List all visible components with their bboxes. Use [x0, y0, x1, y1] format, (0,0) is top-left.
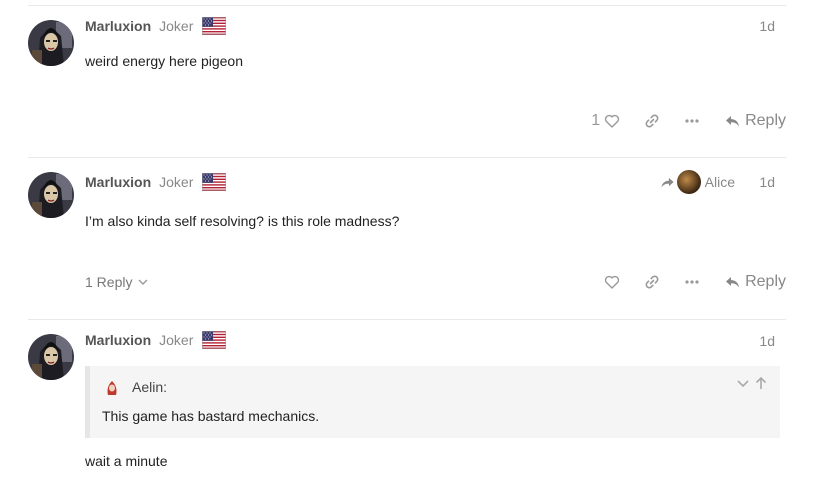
- heart-icon: [604, 113, 620, 129]
- quote-controls: [736, 376, 768, 390]
- chevron-down-icon: [138, 279, 148, 285]
- avatar[interactable]: [28, 172, 74, 218]
- like-count: 1: [591, 112, 601, 129]
- post-date[interactable]: 1d: [759, 174, 775, 190]
- post-meta: Marluxion Joker: [85, 330, 226, 350]
- post-meta: Marluxion Joker: [85, 172, 226, 192]
- chevron-down-icon[interactable]: [736, 376, 750, 390]
- reply-to-username: Alice: [704, 174, 735, 190]
- more-actions-button[interactable]: [684, 113, 700, 129]
- heart-icon: [604, 274, 620, 290]
- like-button[interactable]: 1: [591, 112, 620, 130]
- avatar[interactable]: [28, 334, 74, 380]
- ellipsis-icon: [684, 113, 700, 129]
- us-flag-icon: [202, 173, 226, 191]
- reply-arrow-icon: [724, 274, 741, 290]
- reply-to-avatar: [676, 170, 701, 194]
- reply-button[interactable]: Reply: [724, 112, 786, 130]
- show-replies-button[interactable]: 1 Reply: [85, 274, 149, 290]
- post-meta: Marluxion Joker: [85, 16, 226, 36]
- quote-text: This game has bastard mechanics.: [102, 408, 320, 424]
- user-title: Joker: [159, 332, 194, 348]
- post: Marluxion Joker Alice 1d I’m also kinda …: [28, 158, 786, 318]
- copy-link-button[interactable]: [644, 274, 660, 290]
- quote-author[interactable]: Aelin:: [132, 379, 167, 395]
- ellipsis-icon: [684, 274, 700, 290]
- copy-link-button[interactable]: [644, 113, 660, 129]
- replies-count-label: 1 Reply: [85, 274, 133, 290]
- like-button[interactable]: [604, 274, 620, 290]
- post-actions: Reply: [604, 270, 786, 294]
- user-title: Joker: [159, 174, 194, 190]
- quote-author-avatar: [102, 377, 122, 397]
- us-flag-icon: [202, 17, 226, 35]
- post-text: I’m also kinda self resolving? is this r…: [85, 213, 400, 229]
- username[interactable]: Marluxion: [85, 332, 151, 348]
- username[interactable]: Marluxion: [85, 18, 151, 34]
- post: Marluxion Joker 1d Aelin: This game has …: [28, 320, 786, 486]
- share-arrow-icon: [660, 175, 675, 190]
- post-text: weird energy here pigeon: [85, 53, 243, 69]
- post: Marluxion Joker 1d weird energy here pig…: [28, 6, 786, 156]
- quote-header: Aelin:: [102, 377, 167, 397]
- username[interactable]: Marluxion: [85, 174, 151, 190]
- reply-button[interactable]: Reply: [724, 273, 786, 291]
- post-date[interactable]: 1d: [759, 333, 775, 349]
- user-title: Joker: [159, 18, 194, 34]
- quote-block: Aelin: This game has bastard mechanics.: [85, 366, 780, 438]
- post-date[interactable]: 1d: [759, 18, 775, 34]
- us-flag-icon: [202, 331, 226, 349]
- link-icon: [644, 274, 660, 290]
- reply-arrow-icon: [724, 113, 741, 129]
- reply-to-indicator[interactable]: Alice: [660, 170, 735, 194]
- arrow-up-icon[interactable]: [754, 376, 768, 390]
- more-actions-button[interactable]: [684, 274, 700, 290]
- link-icon: [644, 113, 660, 129]
- post-actions: 1 Reply: [591, 109, 786, 133]
- avatar[interactable]: [28, 20, 74, 66]
- reply-button-label: Reply: [745, 112, 786, 129]
- reply-button-label: Reply: [745, 273, 786, 290]
- post-text: wait a minute: [85, 453, 168, 469]
